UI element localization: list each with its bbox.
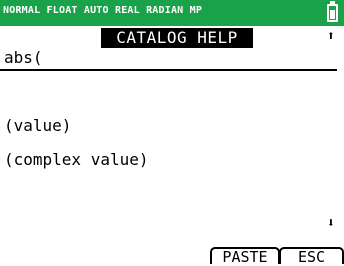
battery-icon	[327, 1, 338, 22]
page-title: CATALOG HELP	[116, 28, 238, 47]
up-arrow-icon: ⬆	[327, 29, 335, 44]
title-band: CATALOG HELP	[101, 28, 253, 48]
syntax-item[interactable]: (value)	[4, 116, 71, 136]
syntax-item[interactable]: (complex value)	[4, 150, 149, 170]
down-arrow-icon: ⬇	[327, 216, 335, 231]
esc-softkey[interactable]: ESC	[279, 247, 344, 265]
calculator-screen: NORMAL FLOAT AUTO REAL RADIAN MP CATALOG…	[0, 0, 344, 265]
paste-softkey[interactable]: PASTE	[210, 247, 280, 265]
mode-status-text: NORMAL FLOAT AUTO REAL RADIAN MP	[3, 5, 203, 16]
command-name: abs(	[4, 48, 43, 67]
status-bar: NORMAL FLOAT AUTO REAL RADIAN MP	[0, 0, 344, 26]
command-line: abs(	[0, 47, 337, 71]
